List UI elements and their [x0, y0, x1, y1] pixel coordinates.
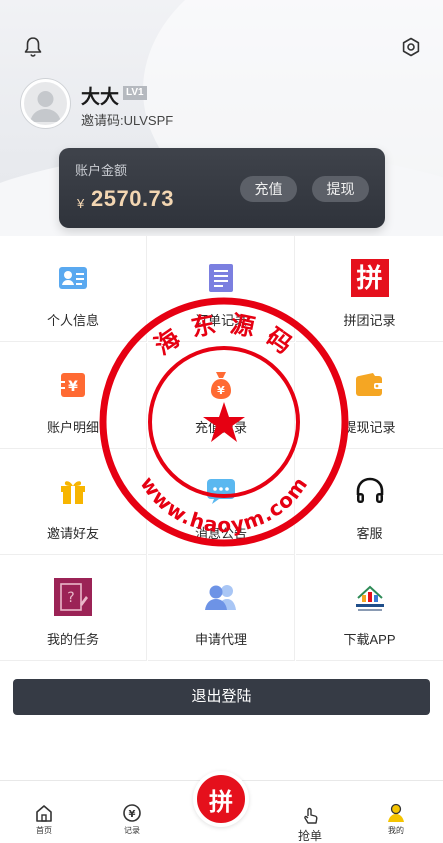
id-card-icon — [53, 258, 93, 298]
settings-icon[interactable] — [399, 35, 423, 59]
headphones-icon — [350, 471, 390, 511]
withdraw-button[interactable]: 提现 — [312, 176, 369, 202]
user-icon — [388, 803, 404, 822]
account-detail-icon: ¥ — [53, 365, 93, 405]
menu-label: 下载APP — [343, 632, 396, 647]
wallet-icon — [350, 365, 390, 405]
menu-item-invite-friends[interactable]: 邀请好友 — [0, 449, 147, 555]
menu-item-recharge-records[interactable]: ¥ 充值记录 — [148, 343, 295, 449]
invite-code: 邀请码:ULVSPF — [81, 113, 174, 128]
tab-mine[interactable]: 我的 — [366, 803, 426, 836]
menu-label: 我的任务 — [46, 632, 99, 647]
gift-icon — [53, 471, 93, 511]
menu-item-my-tasks[interactable]: ? 我的任务 — [0, 555, 147, 661]
balance-card: 账户金额 ¥ 2570.73 充值 提现 — [59, 148, 385, 228]
svg-text:¥: ¥ — [217, 384, 225, 397]
menu-item-group-records[interactable]: 拼 拼团记录 — [296, 236, 443, 342]
menu-label: 账户明细 — [46, 420, 99, 435]
recharge-button[interactable]: 充值 — [240, 176, 297, 202]
menu-item-customer-service[interactable]: 客服 — [296, 449, 443, 555]
bell-icon[interactable] — [21, 35, 45, 59]
menu-label: 充值记录 — [194, 420, 247, 435]
tap-hand-icon — [304, 807, 318, 824]
group-buy-icon: 拼 — [350, 258, 390, 298]
menu-item-download-app[interactable]: 下载APP — [296, 555, 443, 661]
tab-label: 抢单 — [297, 829, 322, 843]
level-badge: LV1 — [123, 86, 147, 100]
svg-text:?: ? — [67, 590, 74, 606]
tab-records[interactable]: ¥ 记录 — [102, 803, 162, 836]
tab-group-buy[interactable]: 拼 — [193, 771, 249, 827]
order-list-icon — [201, 258, 241, 298]
app-logo-icon — [350, 577, 390, 617]
menu-item-announcements[interactable]: 消息公告 — [148, 449, 295, 555]
menu-label: 申请代理 — [194, 632, 247, 647]
tab-label: 记录 — [124, 826, 140, 835]
menu-label: 订单记录 — [194, 313, 247, 328]
currency-symbol: ¥ — [77, 196, 85, 211]
menu-label: 拼团记录 — [343, 313, 396, 328]
home-icon — [36, 805, 52, 822]
records-icon: ¥ — [123, 804, 141, 822]
tab-home[interactable]: 首页 — [14, 803, 74, 836]
tab-label: 首页 — [36, 826, 52, 835]
menu-grid: 个人信息 订单记录 拼 拼团记录 ¥ 账户明细 ¥ 充值记录 提现记录 邀请好友… — [0, 236, 443, 662]
group-buy-center-glyph: 拼 — [209, 788, 233, 816]
balance-label: 账户金额 — [75, 163, 128, 178]
menu-label: 客服 — [356, 526, 383, 541]
task-icon: ? — [53, 577, 93, 617]
svg-text:¥: ¥ — [129, 809, 136, 820]
menu-label: 个人信息 — [46, 313, 99, 328]
agent-icon — [201, 577, 241, 617]
username: 大大 — [81, 87, 120, 108]
tab-grab-order[interactable]: 抢单 — [280, 807, 340, 843]
menu-item-apply-agent[interactable]: 申请代理 — [148, 555, 295, 661]
menu-item-account-details[interactable]: ¥ 账户明细 — [0, 343, 147, 449]
menu-item-personal-info[interactable]: 个人信息 — [0, 236, 147, 342]
svg-text:¥: ¥ — [68, 379, 78, 395]
menu-label: 提现记录 — [343, 420, 396, 435]
tab-label: 我的 — [388, 826, 404, 835]
group-buy-glyph: 拼 — [350, 259, 389, 297]
message-icon — [201, 471, 241, 511]
logout-button[interactable]: 退出登陆 — [13, 679, 430, 715]
menu-item-order-records[interactable]: 订单记录 — [148, 236, 295, 342]
money-bag-icon: ¥ — [201, 365, 241, 405]
avatar[interactable] — [21, 79, 70, 128]
menu-label: 邀请好友 — [46, 526, 99, 541]
balance-amount: 2570.73 — [91, 186, 175, 211]
menu-label: 消息公告 — [194, 526, 247, 541]
menu-item-withdraw-records[interactable]: 提现记录 — [296, 343, 443, 449]
